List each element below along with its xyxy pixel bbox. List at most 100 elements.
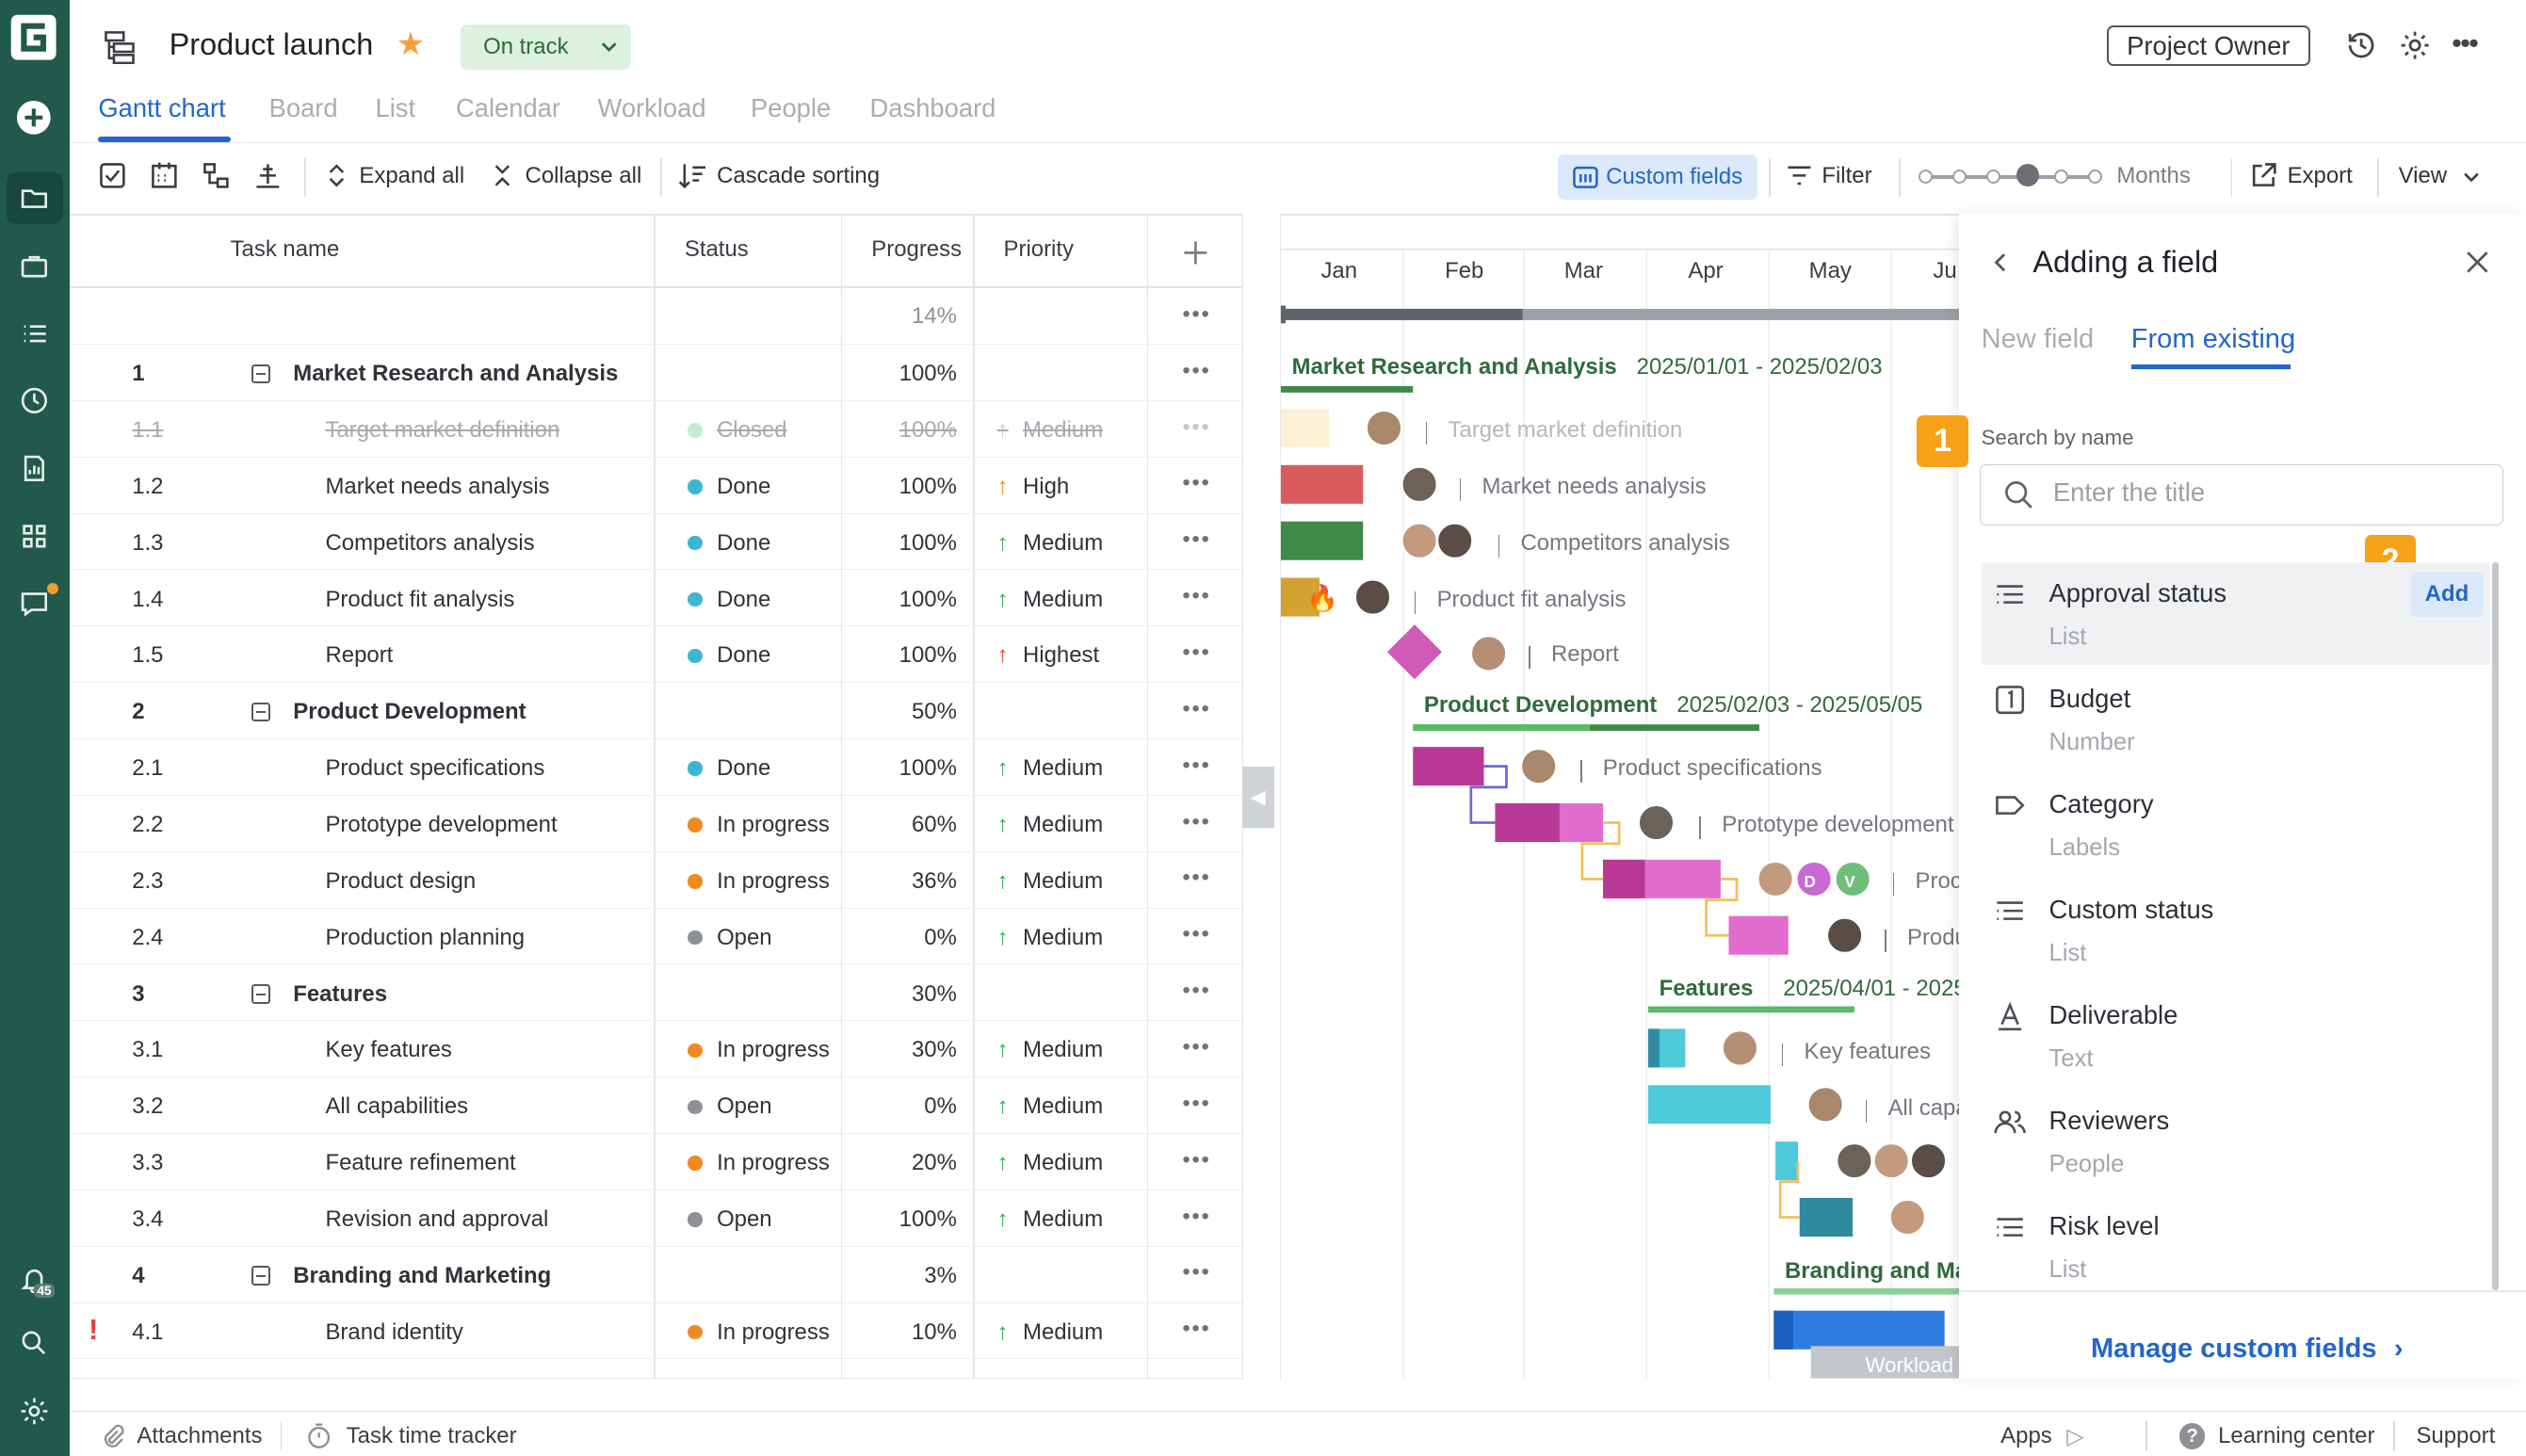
task-progress[interactable]: 100%: [899, 530, 957, 557]
project-status-dropdown[interactable]: On track: [461, 24, 632, 70]
task-status[interactable]: In progress: [688, 868, 830, 895]
tab-dashboard[interactable]: Dashboard: [870, 93, 996, 123]
task-name[interactable]: Target market definition: [325, 417, 559, 444]
expand-all-icon[interactable]: [322, 161, 354, 193]
task-status[interactable]: In progress: [688, 1150, 830, 1176]
task-progress[interactable]: 30%: [912, 981, 957, 1008]
task-name[interactable]: Feature refinement: [325, 1150, 515, 1176]
task-progress[interactable]: 30%: [912, 1037, 957, 1063]
ganttpro-logo[interactable]: [9, 13, 57, 61]
cascade-sorting-button[interactable]: Cascade sorting: [717, 163, 880, 189]
row-menu-icon[interactable]: •••: [1182, 414, 1210, 441]
baseline-icon[interactable]: [253, 161, 285, 193]
field-item[interactable]: Deliverable Text: [1982, 984, 2490, 1087]
task-progress[interactable]: 10%: [912, 1319, 957, 1346]
tab-board[interactable]: Board: [269, 93, 338, 123]
zoom-slider-knob[interactable]: [2016, 164, 2040, 187]
task-status[interactable]: In progress: [688, 1319, 830, 1346]
back-chevron-icon[interactable]: [1988, 250, 2014, 275]
group-row[interactable]: 1 Market Research and Analysis 100% •••: [69, 345, 1242, 401]
row-menu-icon[interactable]: •••: [1182, 1259, 1210, 1286]
chevron-down-icon[interactable]: [2460, 166, 2483, 188]
row-menu-icon[interactable]: •••: [1182, 583, 1210, 609]
projects-folder-icon[interactable]: [6, 172, 63, 224]
reports-icon[interactable]: [14, 449, 53, 488]
task-progress[interactable]: 100%: [899, 755, 957, 782]
favorite-star-icon[interactable]: ★: [397, 25, 426, 63]
task-priority[interactable]: ↑ Medium: [997, 530, 1104, 557]
add-column-icon[interactable]: [1181, 238, 1210, 267]
row-menu-icon[interactable]: •••: [1182, 1091, 1210, 1117]
task-status[interactable]: Done: [688, 474, 770, 500]
task-name[interactable]: Report: [325, 642, 393, 669]
task-status[interactable]: Open: [688, 925, 772, 951]
my-tasks-list-icon[interactable]: [14, 315, 53, 353]
task-status[interactable]: Done: [688, 755, 770, 782]
task-progress[interactable]: 100%: [899, 474, 957, 500]
task-priority[interactable]: ↑ Medium: [997, 1206, 1104, 1233]
task-progress[interactable]: 50%: [912, 699, 957, 725]
field-item[interactable]: Reviewers People: [1982, 1090, 2490, 1192]
task-progress[interactable]: 100%: [899, 361, 957, 387]
task-progress[interactable]: 100%: [899, 1206, 957, 1233]
row-menu-icon[interactable]: •••: [1182, 921, 1210, 947]
help-icon[interactable]: ?: [2179, 1423, 2206, 1449]
task-name[interactable]: Features: [293, 981, 387, 1008]
zoom-step[interactable]: [2087, 169, 2102, 184]
row-menu-icon[interactable]: •••: [1182, 358, 1210, 384]
project-title[interactable]: Product launch: [170, 27, 374, 62]
collapse-grid-handle[interactable]: ◀: [1241, 767, 1274, 829]
task-priority[interactable]: ↑ Medium: [997, 925, 1104, 951]
task-row[interactable]: 3.1 Key features In progress 30% ↑ Medium •••: [69, 1021, 1242, 1078]
task-row[interactable]: 3.4 Revision and approval Open 100% ↑ Medium •…: [69, 1190, 1242, 1247]
task-priority[interactable]: ↑ Medium: [997, 587, 1104, 613]
apps-link[interactable]: Apps: [2000, 1423, 2052, 1449]
row-menu-icon[interactable]: •••: [1182, 696, 1210, 722]
tab-new-field[interactable]: New field: [1982, 324, 2095, 355]
settings-gear-icon[interactable]: [14, 1392, 53, 1431]
field-item[interactable]: Category Labels: [1982, 773, 2490, 876]
task-priority[interactable]: ↑ Medium: [997, 1319, 1104, 1346]
task-name[interactable]: Revision and approval: [325, 1206, 548, 1233]
task-row[interactable]: 1.4 Product fit analysis Done 100% ↑ Medium ••…: [69, 570, 1242, 627]
task-status[interactable]: Open: [688, 1206, 772, 1233]
task-time-tracker-link[interactable]: Task time tracker: [347, 1423, 517, 1449]
manage-custom-fields-link[interactable]: Manage custom fields ›: [2091, 1334, 2404, 1365]
task-progress[interactable]: 100%: [899, 587, 957, 613]
cascade-sorting-icon[interactable]: [678, 161, 710, 193]
group-row[interactable]: 4 Branding and Marketing 3% •••: [69, 1247, 1242, 1303]
zoom-step[interactable]: [1918, 169, 1934, 184]
task-row[interactable]: 2.4 Production planning Open 0% ↑ Medium •••: [69, 909, 1242, 965]
more-menu-icon[interactable]: •••: [2452, 28, 2487, 65]
view-dropdown[interactable]: View: [2399, 163, 2447, 189]
select-tasks-checkbox-icon[interactable]: [98, 161, 130, 193]
create-new-icon[interactable]: [14, 98, 53, 137]
task-status[interactable]: Open: [688, 1093, 772, 1120]
task-row[interactable]: 2.3 Product design In progress 36% ↑ Medium ••…: [69, 852, 1242, 909]
tab-gantt-chart[interactable]: Gantt chart: [98, 93, 225, 123]
column-header-status[interactable]: Status: [685, 236, 749, 263]
collapse-group-icon[interactable]: [251, 364, 271, 384]
task-priority[interactable]: ↑ Medium: [997, 868, 1104, 895]
task-status[interactable]: In progress: [688, 1037, 830, 1063]
tab-people[interactable]: People: [751, 93, 831, 123]
search-icon[interactable]: [14, 1324, 53, 1363]
task-name[interactable]: All capabilities: [325, 1093, 468, 1120]
field-item[interactable]: Risk level List: [1982, 1195, 2490, 1298]
task-row[interactable]: 2.2 Prototype development In progress 60% ↑ M…: [69, 796, 1242, 852]
task-name[interactable]: Branding and Marketing: [293, 1263, 551, 1289]
apps-grid-icon[interactable]: [14, 517, 53, 556]
task-row[interactable]: 1.5 Report Done 100% ↑ Highest •••: [69, 626, 1242, 684]
column-header-priority[interactable]: Priority: [1004, 236, 1074, 263]
export-button[interactable]: Export: [2288, 163, 2353, 189]
task-status[interactable]: Closed: [688, 417, 787, 444]
hierarchy-icon[interactable]: [202, 161, 234, 193]
task-name[interactable]: Brand identity: [325, 1319, 462, 1346]
collapse-group-icon[interactable]: [251, 983, 271, 1004]
row-menu-icon[interactable]: •••: [1182, 865, 1210, 891]
task-name[interactable]: Product Development: [293, 699, 526, 725]
column-header-task-name[interactable]: Task name: [231, 236, 340, 263]
task-progress[interactable]: 20%: [912, 1150, 957, 1176]
settings-gear-icon[interactable]: [2399, 29, 2435, 65]
task-status[interactable]: Done: [688, 530, 770, 557]
